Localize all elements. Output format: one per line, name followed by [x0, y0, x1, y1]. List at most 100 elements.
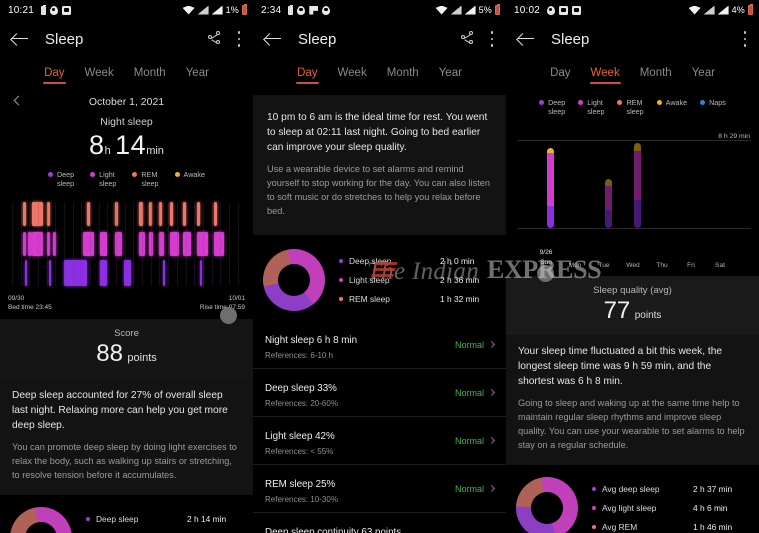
status-left-icons	[288, 4, 331, 15]
battery-percent: 5%	[478, 5, 492, 15]
bar-segment-light-sleep	[546, 153, 554, 206]
share-icon[interactable]	[207, 31, 223, 47]
hypnogram-segment	[24, 260, 27, 286]
donut-dot-deep-sleep	[86, 516, 90, 521]
signal-icon	[211, 5, 223, 15]
hypnogram-connector	[142, 202, 144, 286]
metric-reference: References: < 55%	[265, 446, 334, 456]
table-row[interactable]: Deep sleep 33% References: 20-60% Normal	[253, 367, 506, 416]
donut-legend: Deep sleep 2 h 0 min Light sleep 2 h 36 mi…	[335, 256, 496, 304]
tab-month[interactable]: Month	[640, 67, 672, 84]
tab-day[interactable]: Day	[550, 67, 570, 84]
back-icon[interactable]	[265, 32, 283, 46]
legend-dot-rem-sleep	[132, 172, 138, 177]
donut-dot-avg-rem	[592, 524, 596, 529]
date-navigator: October 1, 2021	[0, 95, 253, 108]
legend-item-rem-sleep: REM sleep	[617, 98, 644, 116]
tab-day[interactable]: Day	[43, 67, 67, 84]
sleep-composition-section: Deep sleep 2 h 0 min Light sleep 2 h 36 mi…	[253, 234, 506, 321]
back-icon[interactable]	[12, 32, 30, 46]
app-bar: Sleep	[253, 20, 506, 58]
hypnogram-connector	[159, 202, 161, 286]
bar-segment-light-sleep	[604, 185, 612, 211]
week-bar-wed[interactable]	[633, 143, 641, 228]
more-icon[interactable]	[237, 31, 241, 47]
app-bar: Sleep	[506, 20, 759, 58]
status-badge: Normal	[454, 435, 484, 446]
bar-segment-deep-sleep	[633, 199, 641, 228]
weekly-composition-donut	[516, 476, 578, 533]
battery-percent: 4%	[731, 5, 745, 15]
status-badge: Normal	[454, 387, 484, 398]
signal-icon	[464, 5, 476, 15]
tab-month[interactable]: Month	[387, 67, 419, 84]
legend-dot-deep-sleep	[539, 100, 545, 105]
more-icon[interactable]	[490, 31, 494, 47]
legend-label-naps: Naps	[709, 98, 726, 107]
signal-icon	[717, 5, 729, 15]
donut-legend: Deep sleep2 h 14 min Light sleep4 h 16 m…	[82, 514, 243, 533]
table-row[interactable]: Deep sleep continuity 63 pointsReference…	[253, 511, 506, 533]
hypnogram-connector	[116, 202, 118, 286]
quality-value-row: 77 points	[506, 297, 759, 325]
tab-year[interactable]: Year	[692, 67, 715, 84]
metric-left: Deep sleep continuity 63 pointsReference…	[265, 522, 467, 533]
hypnogram-segment	[213, 202, 217, 226]
donut-label-avg-light-sleep: Avg light sleep	[602, 502, 657, 513]
table-row[interactable]: Night sleep 6 h 8 min References: 6-10 hN…	[253, 321, 506, 368]
period-tabs: Day Week Month Year	[253, 58, 506, 89]
share-icon[interactable]	[460, 31, 476, 47]
status-badge: Normal	[454, 483, 484, 494]
hypnogram-segment	[163, 260, 166, 286]
sleep-composition-donut	[10, 506, 72, 533]
status-right-icons: 1%	[182, 4, 247, 15]
back-icon[interactable]	[518, 32, 536, 46]
hypnogram-segment	[196, 202, 200, 226]
chart-scrub-handle[interactable]	[537, 265, 554, 282]
tab-year[interactable]: Year	[439, 67, 462, 84]
hypnogram-segment	[99, 232, 107, 256]
chart-scrub-handle[interactable]	[220, 307, 237, 324]
week-chart-legend: Deep sleep Light sleep REM sleep Awake N…	[506, 98, 759, 116]
hypnogram-connector	[64, 202, 66, 286]
sleep-composition-section: Deep sleep2 h 14 min Light sleep4 h 16 m…	[0, 494, 253, 533]
donut-label-avg-rem: Avg REM	[602, 521, 638, 532]
donut-dot-light-sleep	[339, 277, 343, 282]
legend-label-light-sleep: Light sleep	[587, 98, 605, 116]
tab-year[interactable]: Year	[186, 67, 209, 84]
selected-date: October 1, 2021	[88, 96, 165, 108]
week-bar-sun[interactable]	[546, 148, 554, 228]
hypnogram-connector	[81, 202, 83, 286]
donut-dot-avg-deep-sleep	[592, 486, 596, 491]
hypnogram-segment	[182, 232, 192, 256]
hypnogram-connector	[185, 202, 187, 286]
tab-month[interactable]: Month	[134, 67, 166, 84]
weekly-sleep-bar-chart[interactable]: 8 h 29 min	[506, 122, 759, 250]
table-row[interactable]: REM sleep 25% References: 10-30% Normal	[253, 463, 506, 512]
hypnogram-connector	[29, 202, 31, 286]
table-row[interactable]: Light sleep 42% References: < 55% Normal	[253, 415, 506, 464]
legend-item-deep-sleep: Deep sleep	[539, 98, 565, 116]
duration-hours-unit: h	[104, 145, 111, 157]
legend-item-deep-sleep: Deep sleep	[47, 170, 74, 188]
hypnogram-segment	[47, 202, 51, 226]
hypnogram-segment	[99, 260, 107, 286]
tab-day[interactable]: Day	[296, 67, 320, 84]
metric-right: Normal	[454, 435, 496, 446]
tab-week[interactable]: Week	[589, 67, 621, 84]
status-clock: 10:02	[514, 4, 541, 16]
hypnogram-chart[interactable]	[0, 198, 253, 293]
chevron-right-icon	[487, 340, 496, 349]
metric-left: Night sleep 6 h 8 min References: 6-10 h	[265, 330, 455, 360]
phone-panel-day-metrics: 2:34 5% Sleep Day	[253, 0, 506, 533]
status-right-icons: 5%	[435, 4, 500, 15]
tab-week[interactable]: Week	[338, 67, 367, 84]
chevron-left-icon[interactable]	[13, 95, 24, 106]
donut-legend-row: Avg REM 1 h 46 min	[592, 522, 749, 532]
week-bar-tue[interactable]	[604, 179, 612, 228]
more-icon[interactable]	[743, 31, 747, 47]
legend-dot-awake	[174, 172, 180, 177]
location-icon	[547, 5, 556, 15]
tab-week[interactable]: Week	[85, 67, 114, 84]
hypnogram-start-label: 09/30 Bed time 23:45	[8, 295, 52, 313]
